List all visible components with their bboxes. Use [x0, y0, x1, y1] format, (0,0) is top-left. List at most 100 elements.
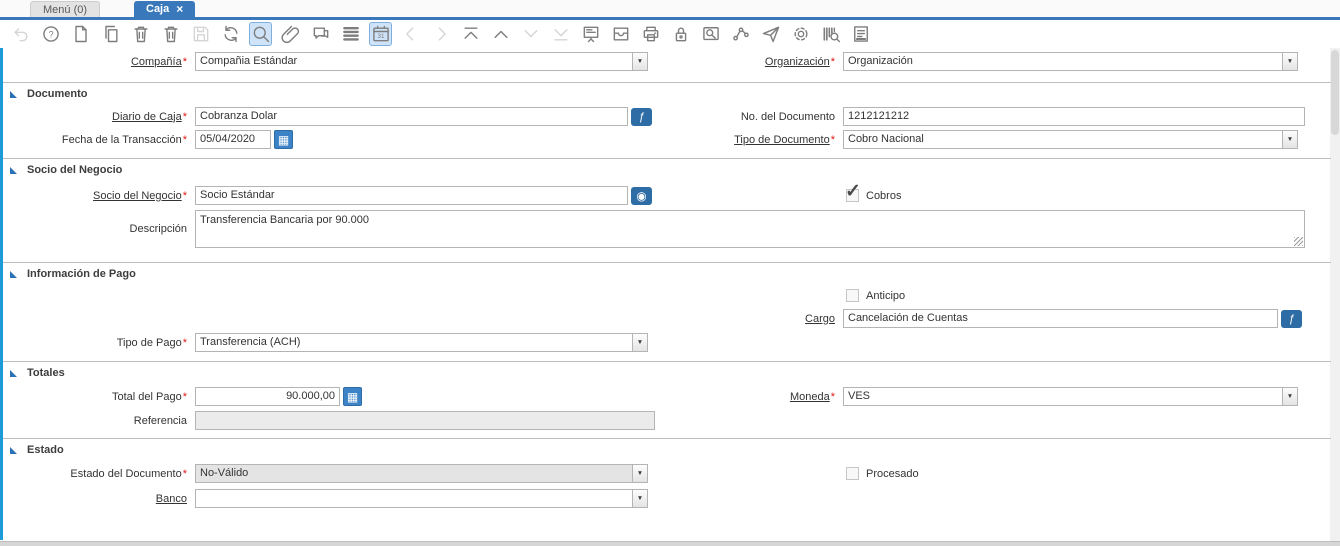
zoom-record-button[interactable]: ƒ — [1281, 310, 1302, 328]
banco-label[interactable]: Banco — [0, 493, 195, 505]
tab-caja[interactable]: Caja × — [134, 1, 195, 17]
cargo-input[interactable]: Cancelación de Cuentas — [843, 309, 1278, 328]
cargo-label[interactable]: Cargo — [650, 313, 843, 325]
print-icon[interactable] — [639, 22, 662, 46]
collapse-icon[interactable] — [10, 271, 17, 278]
tab-bar: Menú (0) Caja × — [0, 0, 1340, 17]
check-icon: ✓ — [845, 180, 861, 203]
chevron-down-icon[interactable]: ▼ — [1282, 130, 1298, 149]
socio-negocio-input[interactable]: Socio Estándar — [195, 186, 628, 205]
banco-value — [195, 489, 632, 508]
compania-label[interactable]: Compañía* — [0, 56, 195, 68]
chevron-down-icon[interactable]: ▼ — [632, 489, 648, 508]
cobros-checkbox[interactable]: ✓ Cobros — [846, 189, 901, 202]
organizacion-value: Organización — [843, 52, 1282, 71]
total-pago-input[interactable]: 90.000,00 — [195, 387, 340, 406]
scrollbar-thumb[interactable] — [1331, 50, 1339, 135]
fecha-transaccion-label: Fecha de la Transacción* — [0, 134, 195, 146]
record-info-button[interactable]: ◉ — [631, 187, 652, 205]
chevron-down-icon[interactable]: ▼ — [632, 464, 648, 483]
organizacion-label[interactable]: Organización* — [650, 56, 843, 68]
descripcion-label: Descripción — [0, 223, 195, 235]
estado-documento-label: Estado del Documento* — [0, 468, 195, 480]
save-icon — [189, 22, 212, 46]
collapse-icon[interactable] — [10, 370, 17, 377]
chevron-down-icon[interactable]: ▼ — [632, 52, 648, 71]
total-pago-label: Total del Pago* — [0, 391, 195, 403]
compania-select[interactable]: Compañia Estándar ▼ — [195, 52, 648, 71]
section-estado-title: Estado — [27, 444, 64, 456]
delete-selection-icon[interactable] — [159, 22, 182, 46]
settings-icon[interactable] — [789, 22, 812, 46]
section-totales-title: Totales — [27, 367, 65, 379]
next-record-icon — [429, 22, 452, 46]
procesado-label: Procesado — [866, 468, 919, 480]
socio-negocio-label[interactable]: Socio del Negocio* — [0, 190, 195, 202]
workflow-icon[interactable] — [729, 22, 752, 46]
no-documento-input[interactable]: 1212121212 — [843, 107, 1305, 126]
print-preview-icon[interactable] — [699, 22, 722, 46]
detail-view-icon[interactable] — [579, 22, 602, 46]
attachment-icon[interactable] — [279, 22, 302, 46]
first-record-icon[interactable] — [459, 22, 482, 46]
anticipo-checkbox[interactable]: ✓ Anticipo — [846, 289, 905, 302]
chat-icon[interactable] — [309, 22, 332, 46]
chevron-down-icon[interactable]: ▼ — [632, 333, 648, 352]
calendar-picker-icon[interactable]: ▦ — [274, 130, 293, 149]
no-documento-label: No. del Documento — [650, 111, 843, 123]
parent-record-icon[interactable] — [489, 22, 512, 46]
cobros-label: Cobros — [866, 190, 901, 202]
moneda-select[interactable]: VES ▼ — [843, 387, 1298, 406]
tipo-pago-select[interactable]: Transferencia (ACH) ▼ — [195, 333, 648, 352]
section-totales: Totales — [3, 361, 1331, 383]
tipo-documento-select[interactable]: Cobro Nacional ▼ — [843, 130, 1298, 149]
help-icon[interactable]: ? — [39, 22, 62, 46]
collapse-icon[interactable] — [10, 447, 17, 454]
archive-icon[interactable] — [609, 22, 632, 46]
moneda-value: VES — [843, 387, 1282, 406]
estado-documento-select[interactable]: No-Válido ▼ — [195, 464, 648, 483]
banco-select[interactable]: ▼ — [195, 489, 648, 508]
section-pago: Información de Pago — [3, 262, 1331, 284]
vertical-scrollbar[interactable] — [1330, 48, 1340, 541]
descripcion-textarea[interactable]: Transferencia Bancaria por 90.000 — [195, 210, 1305, 248]
new-record-icon[interactable] — [69, 22, 92, 46]
organizacion-select[interactable]: Organización ▼ — [843, 52, 1298, 71]
find-icon[interactable] — [249, 22, 272, 46]
close-icon[interactable]: × — [176, 4, 183, 14]
section-documento: Documento — [3, 82, 1331, 104]
procesado-checkbox[interactable]: ✓ Procesado — [846, 467, 919, 480]
fecha-transaccion-input[interactable]: 05/04/2020 — [195, 130, 271, 149]
zoom-record-button[interactable]: ƒ — [631, 108, 652, 126]
calculator-icon[interactable]: ▦ — [343, 387, 362, 406]
chevron-down-icon[interactable]: ▼ — [1282, 387, 1298, 406]
copy-record-icon[interactable] — [99, 22, 122, 46]
delete-record-icon[interactable] — [129, 22, 152, 46]
collapse-icon[interactable] — [10, 167, 17, 174]
diario-caja-input[interactable]: Cobranza Dolar — [195, 107, 628, 126]
undo-icon — [9, 22, 32, 46]
refresh-icon[interactable] — [219, 22, 242, 46]
chevron-down-icon[interactable]: ▼ — [1282, 52, 1298, 71]
toolbar: ? 31 — [0, 20, 1340, 48]
send-icon[interactable] — [759, 22, 782, 46]
barcode-icon[interactable] — [819, 22, 842, 46]
report-icon[interactable] — [849, 22, 872, 46]
last-record-icon — [549, 22, 572, 46]
svg-text:31: 31 — [377, 33, 384, 40]
diario-caja-label[interactable]: Diario de Caja* — [0, 111, 195, 123]
lock-icon[interactable] — [669, 22, 692, 46]
calendar-icon[interactable]: 31 — [369, 22, 392, 46]
checkbox-box[interactable] — [846, 467, 859, 480]
collapse-icon[interactable] — [10, 91, 17, 98]
estado-documento-value: No-Válido — [195, 464, 632, 483]
checkbox-box[interactable] — [846, 289, 859, 302]
svg-text:?: ? — [48, 29, 53, 39]
tipo-documento-label[interactable]: Tipo de Documento* — [650, 134, 843, 146]
moneda-label[interactable]: Moneda* — [650, 391, 843, 403]
section-socio: Socio del Negocio — [3, 158, 1331, 180]
tab-menu[interactable]: Menú (0) — [30, 1, 100, 17]
tipo-pago-label: Tipo de Pago* — [0, 337, 195, 349]
grid-toggle-icon[interactable] — [339, 22, 362, 46]
section-socio-title: Socio del Negocio — [27, 164, 122, 176]
